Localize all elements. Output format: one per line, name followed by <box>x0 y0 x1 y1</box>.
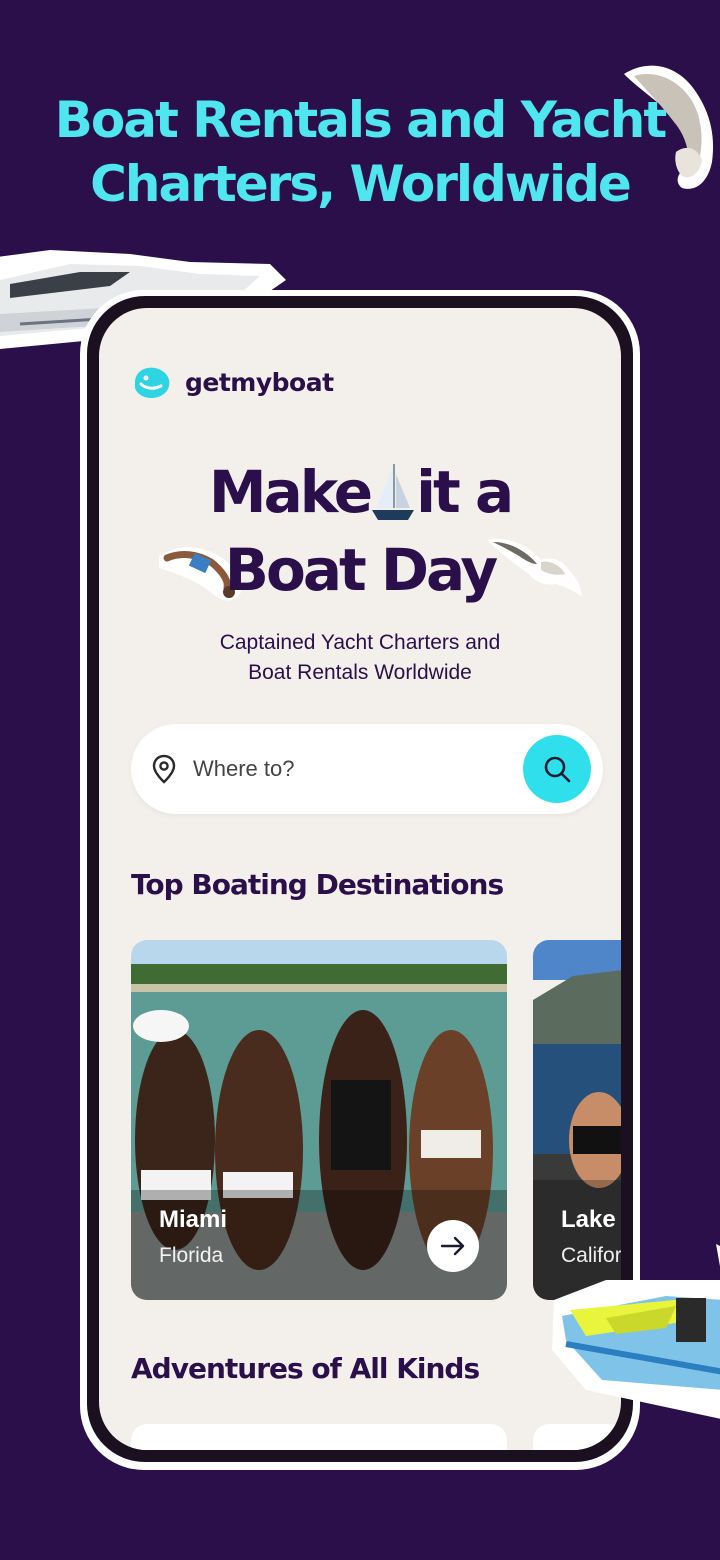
whale-logo-icon <box>135 367 170 398</box>
marketing-headline: Boat Rentals and Yacht Charters, Worldwi… <box>0 88 720 216</box>
search-button[interactable] <box>523 735 591 803</box>
hero-title-line-1: Make it a <box>99 460 621 524</box>
seagull-sticker <box>624 65 714 189</box>
jetski-sticker <box>552 1244 720 1419</box>
sailboat-icon <box>372 464 415 520</box>
seagull-icon <box>487 539 582 596</box>
hero-subtitle-line-1: Captained Yacht Charters and <box>219 631 501 654</box>
map-pin-icon <box>152 754 176 784</box>
search-input[interactable] <box>193 752 493 786</box>
destination-city: Lake <box>561 1206 616 1233</box>
adventures-title: Adventures of All Kinds <box>131 1352 480 1385</box>
destination-region: Florida <box>159 1244 224 1267</box>
hero-subtitle-line-2: Boat Rentals Worldwide <box>248 661 472 684</box>
search-bar[interactable] <box>131 724 603 814</box>
arrow-right-icon <box>440 1236 465 1256</box>
brand-header[interactable]: getmyboat <box>131 364 334 400</box>
headline-line-1: Boat Rentals and Yacht <box>54 91 668 149</box>
top-destinations-title: Top Boating Destinations <box>131 868 504 901</box>
search-icon <box>544 756 571 783</box>
brand-name: getmyboat <box>185 367 334 397</box>
adventure-card[interactable] <box>131 1424 507 1450</box>
destination-card-miami[interactable]: Miami Florida <box>131 940 507 1300</box>
hero-word-make: Make <box>208 458 373 526</box>
app-screen: getmyboat Make it a Boat Day Captained Ya… <box>99 308 621 1450</box>
headline-line-2: Charters, Worldwide <box>90 155 632 213</box>
destination-city: Miami <box>159 1206 228 1233</box>
hero-word-it-a: it a <box>416 458 514 526</box>
destination-arrow-button[interactable] <box>427 1220 479 1272</box>
